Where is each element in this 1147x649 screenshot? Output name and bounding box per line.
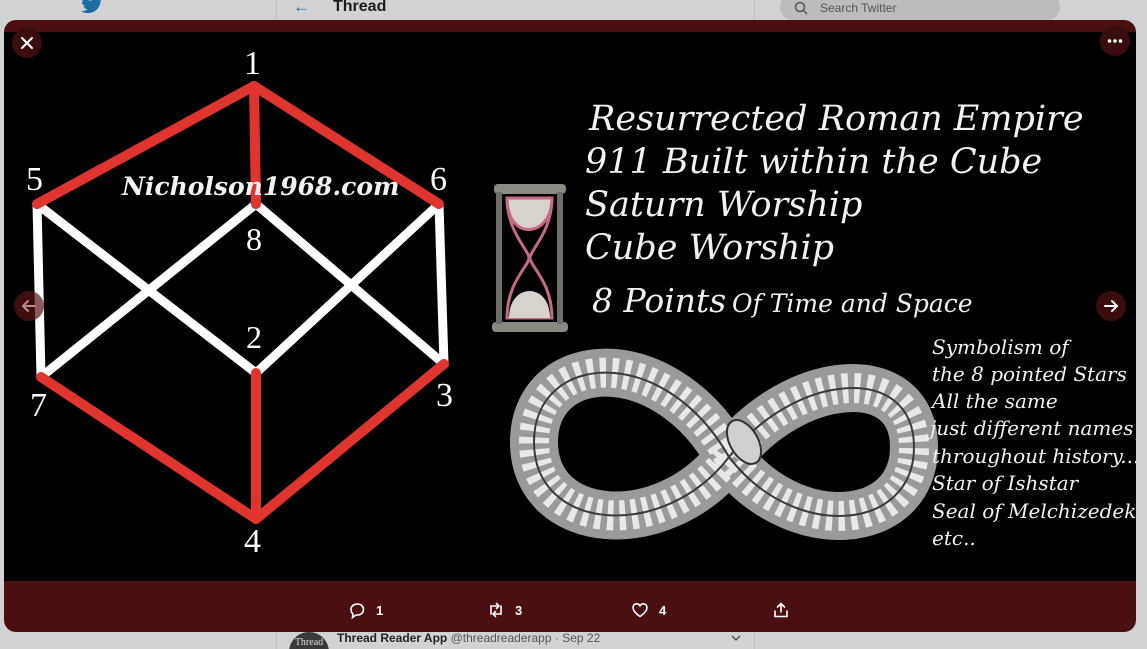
headline-line-1: Resurrected Roman Empire: [588, 99, 1084, 139]
vertex-label-5: 5: [26, 161, 43, 198]
more-options-button[interactable]: [1100, 26, 1130, 56]
tweet-actions-bar: 1 3 4: [4, 581, 1136, 632]
search-placeholder: Search Twitter: [820, 1, 897, 15]
white-edge: [32, 199, 46, 382]
thread-header: ← Thread: [277, 0, 754, 20]
image-artwork: 1 2 3 4 5 6 7 8 Nicholson1968.com Resurr…: [26, 45, 1136, 560]
reply-icon: [350, 603, 365, 619]
tweet-image: 1 2 3 4 5 6 7 8 Nicholson1968.com Resurr…: [4, 32, 1136, 581]
retweet-icon: [490, 602, 502, 618]
symbolism-line-5: throughout history...: [932, 444, 1136, 468]
search-icon: [794, 1, 808, 15]
retweet-button[interactable]: 3: [487, 599, 522, 621]
symbolism-line-7: Seal of Melchizedek: [932, 499, 1136, 523]
vertex-label-4: 4: [244, 523, 261, 560]
white-edge: [434, 199, 449, 369]
vertex-label-2: 2: [246, 319, 262, 355]
symbolism-line-3: All the same: [930, 389, 1058, 413]
tweet-date[interactable]: Sep 22: [562, 631, 600, 645]
back-arrow-icon[interactable]: ←: [293, 0, 310, 17]
vertex-label-6: 6: [430, 161, 447, 198]
meta-separator: ·: [554, 631, 559, 645]
vertex-label-7: 7: [30, 387, 47, 424]
close-icon: [21, 37, 33, 49]
vertex-label-1: 1: [244, 45, 261, 82]
points-line-small: Of Time and Space: [732, 289, 973, 318]
headline-line-2: 911 Built within the Cube: [585, 142, 1042, 182]
chevron-down-icon[interactable]: [731, 633, 741, 643]
headline-line-4: Cube Worship: [585, 228, 834, 268]
reply-button[interactable]: 1: [348, 599, 383, 621]
like-button[interactable]: 4: [631, 599, 666, 621]
vertex-label-8: 8: [246, 221, 262, 257]
hourglass-illustration: [492, 184, 568, 332]
ouroboros-infinity-illustration: [509, 348, 939, 540]
arrow-left-icon: [21, 300, 36, 312]
arrow-right-icon: [1104, 300, 1119, 312]
symbolism-line-1: Symbolism of: [932, 335, 1072, 359]
red-edge: [251, 359, 449, 524]
media-modal: 1 2 3 4 5 6 7 8 Nicholson1968.com Resurr…: [4, 20, 1136, 632]
reply-count: 1: [376, 602, 384, 618]
symbolism-line-6: Star of Ishstar: [932, 471, 1080, 495]
symbolism-line-8: etc..: [932, 526, 976, 550]
symbolism-line-4: just different names: [926, 416, 1134, 440]
tweet-author: Thread Reader App @threadreaderapp · Sep…: [337, 631, 600, 645]
watermark: Nicholson1968.com: [121, 172, 399, 201]
more-horizontal-icon: [1107, 39, 1123, 43]
close-button[interactable]: [12, 28, 42, 58]
author-name[interactable]: Thread Reader App: [337, 631, 447, 645]
red-edge: [36, 372, 261, 524]
share-button[interactable]: [772, 599, 790, 621]
next-image-button[interactable]: [1096, 291, 1126, 321]
heart-icon: [632, 602, 648, 618]
points-line-big: 8 Points: [592, 281, 726, 320]
page-title: Thread: [333, 0, 387, 15]
avatar[interactable]: Thread: [289, 632, 329, 649]
author-handle: @threadreaderapp: [450, 631, 552, 645]
like-count: 4: [659, 602, 667, 618]
previous-image-button[interactable]: [14, 291, 44, 321]
twitter-bird-icon[interactable]: [80, 0, 104, 16]
share-icon: [774, 602, 788, 618]
symbolism-line-2: the 8 pointed Stars: [932, 362, 1127, 386]
search-input[interactable]: Search Twitter: [780, 0, 1060, 20]
headline-line-3: Saturn Worship: [585, 185, 862, 225]
vertex-label-3: 3: [436, 377, 453, 414]
retweet-count: 3: [515, 602, 523, 618]
